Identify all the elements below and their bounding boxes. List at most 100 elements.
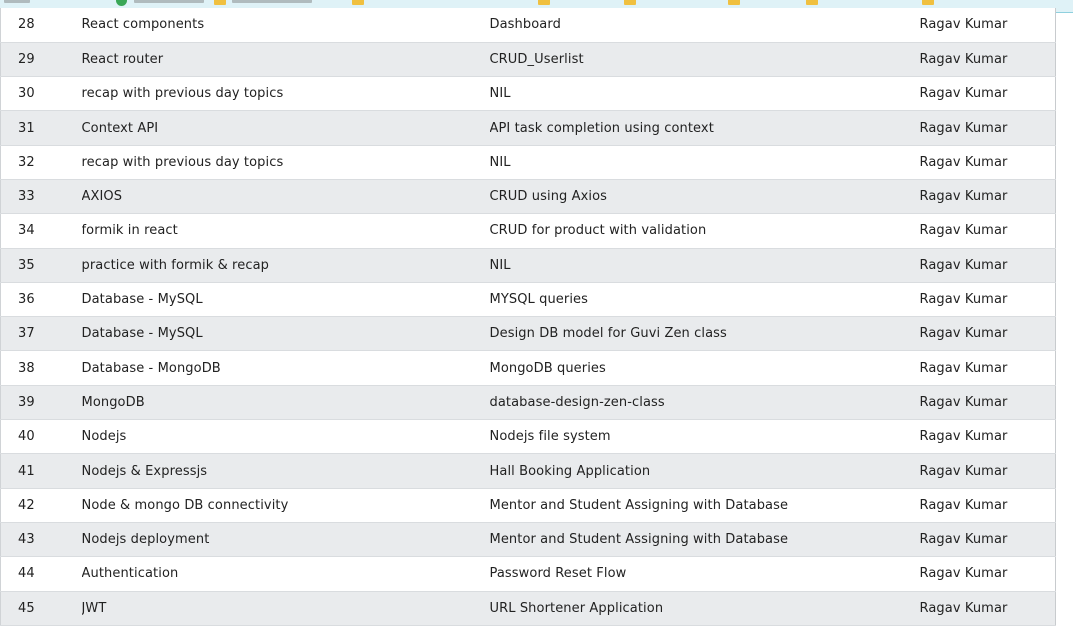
table-row: 36 Database - MySQL MYSQL queries Ragav Kum… bbox=[0, 282, 1056, 318]
table-row: 28 React components Dashboard Ragav Kumar bbox=[0, 8, 1056, 43]
day-cell: 45 bbox=[0, 591, 82, 626]
table-row: 44 Authentication Password Reset Flow Ragav… bbox=[0, 556, 1056, 592]
table-row: 32 recap with previous day topics NIL Ragav… bbox=[0, 145, 1056, 180]
task-cell: NIL bbox=[489, 145, 920, 180]
topic-cell: JWT bbox=[81, 591, 490, 626]
topic-cell: practice with formik & recap bbox=[81, 248, 490, 283]
topic-cell: Context API bbox=[81, 110, 490, 146]
table-row: 37 Database - MySQL Design DB model for Gu… bbox=[0, 316, 1056, 352]
table-row: 33 AXIOS CRUD using Axios Ragav Kumar bbox=[0, 179, 1056, 215]
folder-icon[interactable] bbox=[624, 0, 636, 5]
task-cell: Password Reset Flow bbox=[489, 556, 920, 592]
day-cell: 43 bbox=[0, 522, 82, 558]
mentor-cell: Ragav Kumar bbox=[919, 76, 1056, 112]
table-row: 31 Context API API task completion using c… bbox=[0, 110, 1056, 146]
schedule-table: 28 React components Dashboard Ragav Kumar 29… bbox=[0, 8, 1056, 626]
mentor-cell: Ragav Kumar bbox=[919, 42, 1056, 78]
mentor-cell: Ragav Kumar bbox=[919, 179, 1056, 215]
topic-cell: Nodejs deployment bbox=[81, 522, 490, 558]
day-cell: 40 bbox=[0, 419, 82, 455]
topic-cell: Database - MySQL bbox=[81, 282, 490, 318]
table-row: 40 Nodejs Nodejs file system Ragav Kumar bbox=[0, 419, 1056, 455]
day-cell: 35 bbox=[0, 248, 82, 283]
task-cell: Design DB model for Guvi Zen class bbox=[489, 316, 920, 352]
mentor-cell: Ragav Kumar bbox=[919, 419, 1056, 455]
task-cell: Mentor and Student Assigning with Databa… bbox=[489, 488, 920, 523]
table-row: 34 formik in react CRUD for product with v… bbox=[0, 213, 1056, 249]
topic-cell: AXIOS bbox=[81, 179, 490, 215]
mentor-cell: Ragav Kumar bbox=[919, 145, 1056, 180]
schedule-table-container: 28 React components Dashboard Ragav Kumar 29… bbox=[0, 8, 1056, 626]
topic-cell: Database - MongoDB bbox=[81, 350, 490, 386]
day-cell: 38 bbox=[0, 350, 82, 386]
day-cell: 30 bbox=[0, 76, 82, 112]
day-cell: 34 bbox=[0, 213, 82, 249]
day-cell: 28 bbox=[0, 8, 82, 43]
task-cell: API task completion using context bbox=[489, 110, 920, 146]
mentor-cell: Ragav Kumar bbox=[919, 522, 1056, 558]
task-cell: Dashboard bbox=[489, 8, 920, 43]
day-cell: 36 bbox=[0, 282, 82, 318]
table-row: 41 Nodejs & Expressjs Hall Booking Applica… bbox=[0, 453, 1056, 489]
topic-cell: Database - MySQL bbox=[81, 316, 490, 352]
task-cell: NIL bbox=[489, 76, 920, 112]
mentor-cell: Ragav Kumar bbox=[919, 350, 1056, 386]
mentor-cell: Ragav Kumar bbox=[919, 8, 1056, 43]
task-cell: CRUD using Axios bbox=[489, 179, 920, 215]
table-row: 42 Node & mongo DB connectivity Mentor and… bbox=[0, 488, 1056, 523]
folder-icon[interactable] bbox=[214, 0, 226, 5]
folder-icon[interactable] bbox=[922, 0, 934, 5]
mentor-cell: Ragav Kumar bbox=[919, 282, 1056, 318]
task-cell: CRUD for product with validation bbox=[489, 213, 920, 249]
folder-icon[interactable] bbox=[728, 0, 740, 5]
day-cell: 42 bbox=[0, 488, 82, 523]
day-cell: 39 bbox=[0, 385, 82, 421]
mentor-cell: Ragav Kumar bbox=[919, 453, 1056, 489]
mentor-cell: Ragav Kumar bbox=[919, 213, 1056, 249]
table-row: 38 Database - MongoDB MongoDB queries Ragav… bbox=[0, 350, 1056, 386]
folder-icon[interactable] bbox=[352, 0, 364, 5]
day-cell: 41 bbox=[0, 453, 82, 489]
day-cell: 29 bbox=[0, 42, 82, 78]
mentor-cell: Ragav Kumar bbox=[919, 591, 1056, 626]
topic-cell: recap with previous day topics bbox=[81, 145, 490, 180]
task-cell: NIL bbox=[489, 248, 920, 283]
folder-icon[interactable] bbox=[806, 0, 818, 5]
bookmark-item[interactable] bbox=[134, 0, 204, 3]
task-cell: Nodejs file system bbox=[489, 419, 920, 455]
day-cell: 32 bbox=[0, 145, 82, 180]
bookmark-favicon-icon[interactable] bbox=[116, 0, 127, 6]
mentor-cell: Ragav Kumar bbox=[919, 488, 1056, 523]
day-cell: 33 bbox=[0, 179, 82, 215]
topic-cell: Node & mongo DB connectivity bbox=[81, 488, 490, 523]
topic-cell: formik in react bbox=[81, 213, 490, 249]
topic-cell: React components bbox=[81, 8, 490, 43]
day-cell: 37 bbox=[0, 316, 82, 352]
mentor-cell: Ragav Kumar bbox=[919, 248, 1056, 283]
schedule-table-body: 28 React components Dashboard Ragav Kumar 29… bbox=[0, 8, 1056, 626]
topic-cell: MongoDB bbox=[81, 385, 490, 421]
bookmark-item[interactable] bbox=[4, 0, 30, 3]
bookmark-item[interactable] bbox=[232, 0, 312, 3]
table-row: 29 React router CRUD_Userlist Ragav Kumar bbox=[0, 42, 1056, 78]
table-row: 43 Nodejs deployment Mentor and Student As… bbox=[0, 522, 1056, 558]
mentor-cell: Ragav Kumar bbox=[919, 556, 1056, 592]
topic-cell: React router bbox=[81, 42, 490, 78]
topic-cell: Nodejs bbox=[81, 419, 490, 455]
folder-icon[interactable] bbox=[538, 0, 550, 5]
task-cell: MYSQL queries bbox=[489, 282, 920, 318]
topic-cell: Nodejs & Expressjs bbox=[81, 453, 490, 489]
task-cell: URL Shortener Application bbox=[489, 591, 920, 626]
mentor-cell: Ragav Kumar bbox=[919, 385, 1056, 421]
table-row: 30 recap with previous day topics NIL Ragav… bbox=[0, 76, 1056, 112]
day-cell: 31 bbox=[0, 110, 82, 146]
mentor-cell: Ragav Kumar bbox=[919, 110, 1056, 146]
topic-cell: Authentication bbox=[81, 556, 490, 592]
mentor-cell: Ragav Kumar bbox=[919, 316, 1056, 352]
table-row: 39 MongoDB database-design-zen-class Ragav … bbox=[0, 385, 1056, 421]
task-cell: Mentor and Student Assigning with Databa… bbox=[489, 522, 920, 558]
day-cell: 44 bbox=[0, 556, 82, 592]
task-cell: Hall Booking Application bbox=[489, 453, 920, 489]
task-cell: database-design-zen-class bbox=[489, 385, 920, 421]
task-cell: CRUD_Userlist bbox=[489, 42, 920, 78]
